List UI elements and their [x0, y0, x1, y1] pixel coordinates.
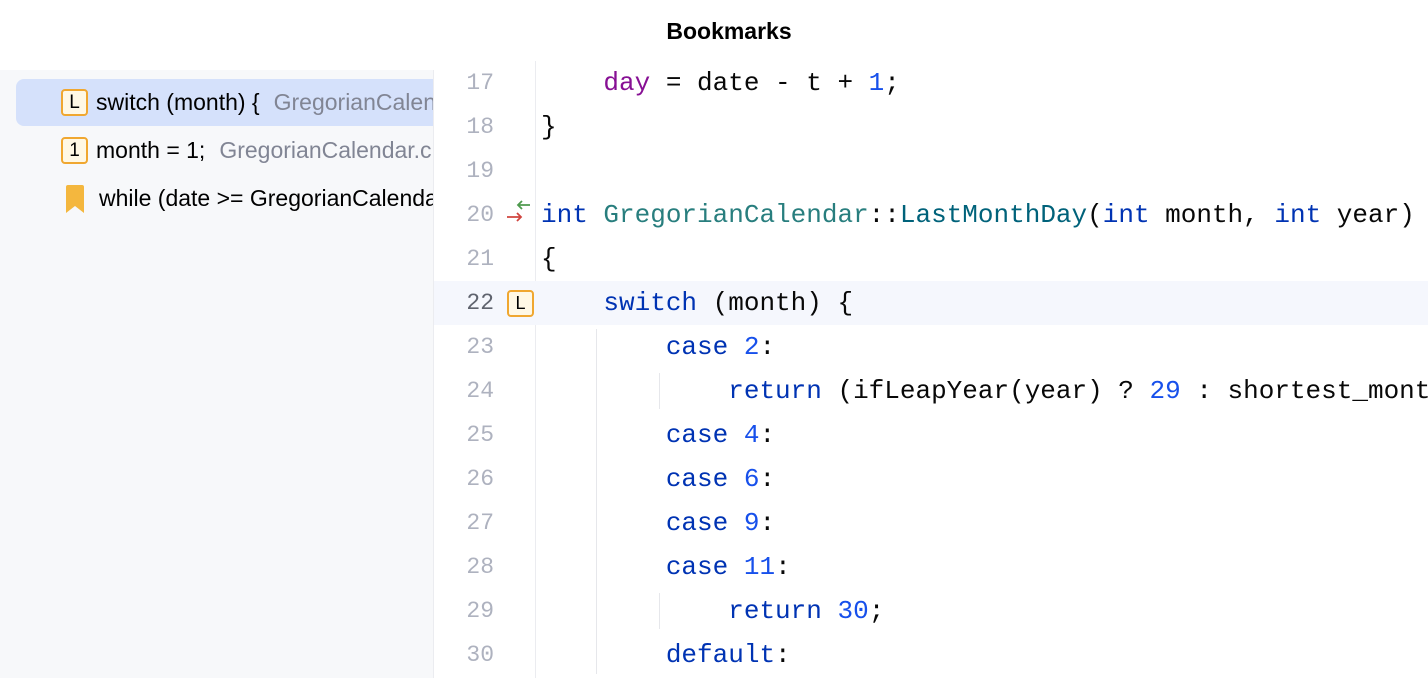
code-text: case 11:	[665, 552, 791, 582]
code-text: }	[541, 112, 557, 142]
code-line: 20 int GregorianCalendar::LastMonthDay(in…	[434, 193, 1428, 237]
line-number[interactable]: 17	[434, 61, 494, 105]
line-number[interactable]: 21	[434, 237, 494, 281]
code-text: {	[541, 244, 557, 274]
code-line: 29 return 30;	[434, 589, 1428, 633]
code-text: switch (month) {	[603, 288, 854, 318]
code-text: case 2:	[665, 332, 776, 362]
line-number[interactable]: 18	[434, 105, 494, 149]
line-number[interactable]: 22	[434, 281, 494, 325]
code-line: 28 case 11:	[434, 545, 1428, 589]
code-line: 23 case 2:	[434, 325, 1428, 369]
code-line: 26 case 6:	[434, 457, 1428, 501]
window-title: Bookmarks	[666, 18, 792, 44]
code-editor[interactable]: 17 day = date - t + 1; 18} 19 20 int Gregori…	[434, 61, 1428, 678]
indent-guide	[659, 373, 660, 409]
code-line: 30 default:	[434, 633, 1428, 677]
line-number[interactable]: 28	[434, 545, 494, 589]
code-text: int GregorianCalendar::LastMonthDay(int …	[541, 200, 1415, 230]
code-line: 25 case 4:	[434, 413, 1428, 457]
code-text: return 30;	[728, 596, 885, 626]
code-line: 18}	[434, 105, 1428, 149]
code-line: 19	[434, 149, 1428, 193]
line-number[interactable]: 20	[434, 193, 494, 237]
bookmark-item[interactable]: Lswitch (month) { GregorianCalendar.cpp	[16, 79, 433, 126]
bookmark-text: switch (month) {	[96, 89, 260, 115]
code-text: case 9:	[665, 508, 776, 538]
title-bar: Bookmarks	[0, 0, 1428, 70]
bookmark-text: while (date >= GregorianCalendar	[99, 185, 433, 211]
bookmark-item[interactable]: 1 month = 1; GregorianCalendar.cpp	[16, 127, 433, 174]
code-line: 24 return (ifLeapYear(year) ? 29 : short…	[434, 369, 1428, 413]
line-number[interactable]: 24	[434, 369, 494, 413]
code-line: 21 {	[434, 237, 1428, 281]
line-number[interactable]: 30	[434, 633, 494, 677]
line-number[interactable]: 29	[434, 589, 494, 633]
code-text: default:	[665, 640, 791, 670]
line-number[interactable]: 27	[434, 501, 494, 545]
code-line: 22 L switch (month) {	[434, 281, 1428, 325]
code-line: 27 case 9:	[434, 501, 1428, 545]
mnemonic-badge-icon: 1	[61, 137, 88, 164]
line-number[interactable]: 25	[434, 413, 494, 457]
code-text: day = date - t + 1;	[603, 68, 900, 98]
bookmark-location: GregorianCalendar.cpp	[273, 89, 433, 115]
bookmark-location: GregorianCalendar.cpp	[219, 137, 433, 163]
line-number[interactable]: 19	[434, 149, 494, 193]
mnemonic-badge-icon: L	[61, 89, 88, 116]
bookmark-item[interactable]: while (date >= GregorianCalendar	[16, 175, 433, 222]
code-line: 17 day = date - t + 1;	[434, 61, 1428, 105]
indent-guide	[596, 329, 597, 674]
implementation-arrows-icon[interactable]	[504, 197, 538, 233]
line-number[interactable]: 26	[434, 457, 494, 501]
bookmark-icon	[66, 184, 84, 213]
bookmark-text: month = 1;	[96, 137, 206, 163]
indent-guide	[659, 593, 660, 629]
line-number[interactable]: 23	[434, 325, 494, 369]
code-text: case 4:	[665, 420, 776, 450]
gutter-bookmark-icon[interactable]: L	[507, 290, 534, 317]
bookmarks-list: Lswitch (month) { GregorianCalendar.cpp 1m…	[0, 70, 433, 678]
code-text: return (ifLeapYear(year) ? 29 : shortest…	[728, 376, 1428, 406]
code-text: case 6:	[665, 464, 776, 494]
